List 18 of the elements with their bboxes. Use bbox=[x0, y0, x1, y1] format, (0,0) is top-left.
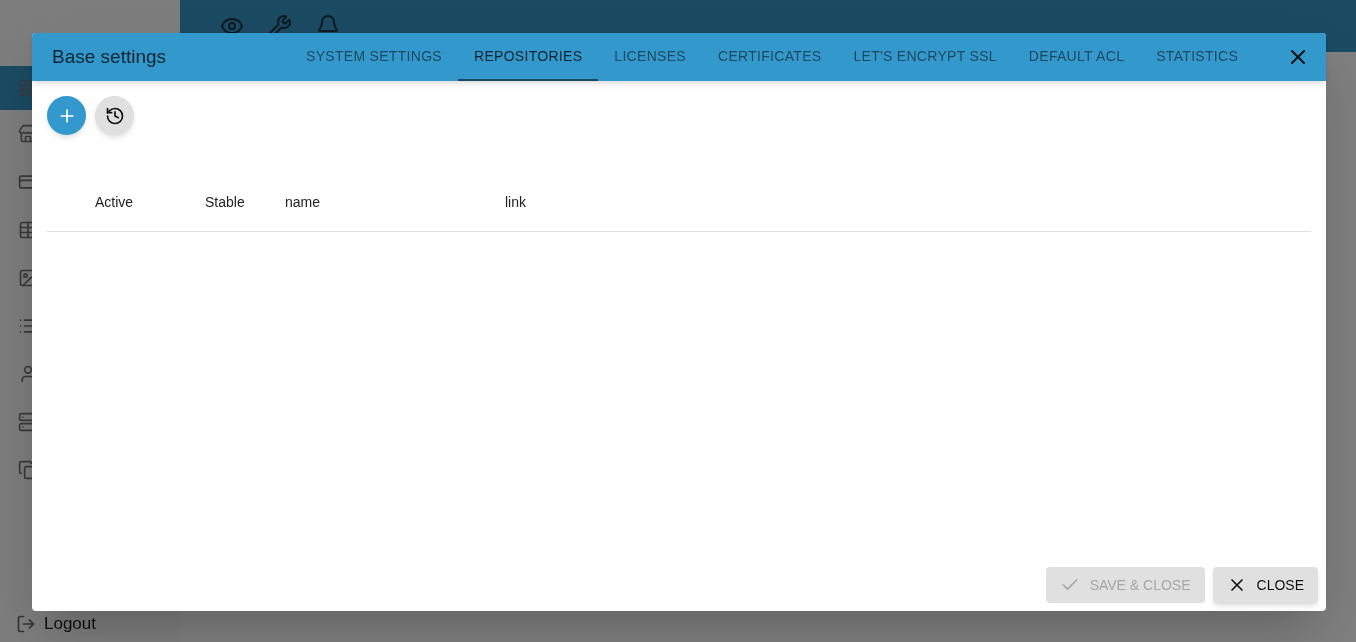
add-button[interactable] bbox=[47, 96, 86, 135]
restore-icon bbox=[104, 105, 125, 126]
tab[interactable]: CERTIFICATES bbox=[702, 33, 838, 81]
logout-button[interactable]: Logout bbox=[0, 608, 180, 640]
column-header: Active bbox=[95, 193, 134, 210]
tab[interactable]: LET'S ENCRYPT SSL bbox=[837, 33, 1013, 81]
logout-icon bbox=[16, 614, 36, 634]
column-header: name bbox=[285, 193, 321, 210]
tab[interactable]: SYSTEM SETTINGS bbox=[290, 33, 458, 81]
column-header: link bbox=[505, 193, 526, 210]
close-button[interactable]: CLOSE bbox=[1212, 567, 1318, 603]
tab[interactable]: STATISTICS bbox=[1140, 33, 1255, 81]
dialog-title: Base settings bbox=[52, 44, 168, 69]
tab[interactable]: DEFAULT ACL bbox=[1012, 33, 1141, 81]
tab[interactable]: LICENSES bbox=[598, 33, 702, 81]
tab[interactable]: REPOSITORIES bbox=[457, 33, 599, 81]
restore-button[interactable] bbox=[95, 96, 134, 135]
column-header: Stable bbox=[205, 193, 245, 210]
